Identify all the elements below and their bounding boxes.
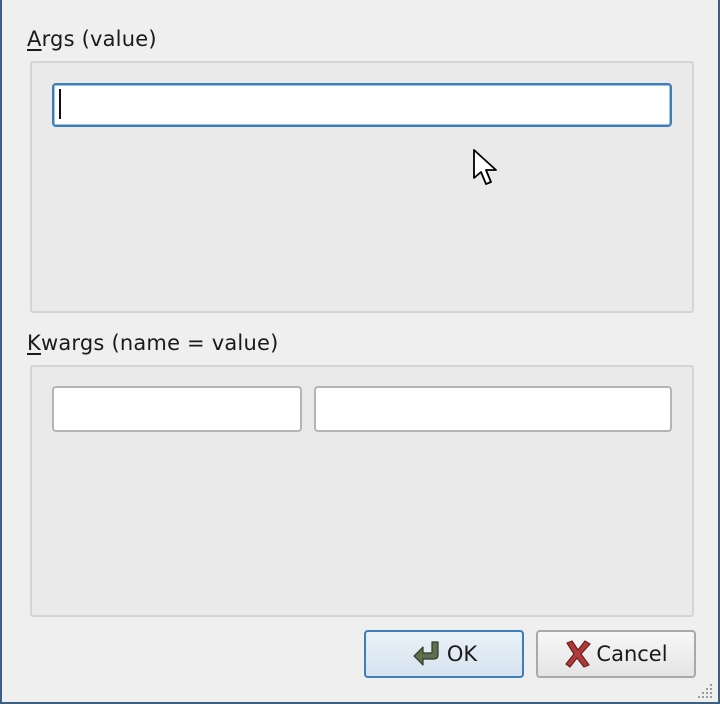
kwargs-value-input[interactable] [314, 386, 672, 432]
args-label-mnemonic: A [27, 27, 42, 51]
kwargs-name-input[interactable] [52, 386, 302, 432]
kwargs-label: Kwargs (name = value) [27, 331, 279, 355]
ok-button[interactable]: OK [364, 630, 524, 678]
args-label-text: rgs (value) [41, 27, 157, 51]
cancel-button[interactable]: Cancel [536, 630, 696, 678]
kwargs-label-text: wargs (name = value) [40, 331, 279, 355]
args-label: Args (value) [27, 27, 157, 51]
resize-grip-icon[interactable] [698, 682, 714, 698]
kwargs-label-mnemonic: K [27, 331, 41, 355]
text-caret [59, 89, 61, 119]
args-value-input[interactable] [52, 83, 672, 127]
cancel-x-icon [564, 639, 592, 669]
args-kwargs-dialog: Args (value) Kwargs (name = value) OK Ca… [0, 0, 720, 704]
cancel-button-label: Cancel [596, 642, 668, 666]
ok-check-arrow-icon [411, 639, 443, 669]
ok-button-label: OK [446, 642, 478, 666]
